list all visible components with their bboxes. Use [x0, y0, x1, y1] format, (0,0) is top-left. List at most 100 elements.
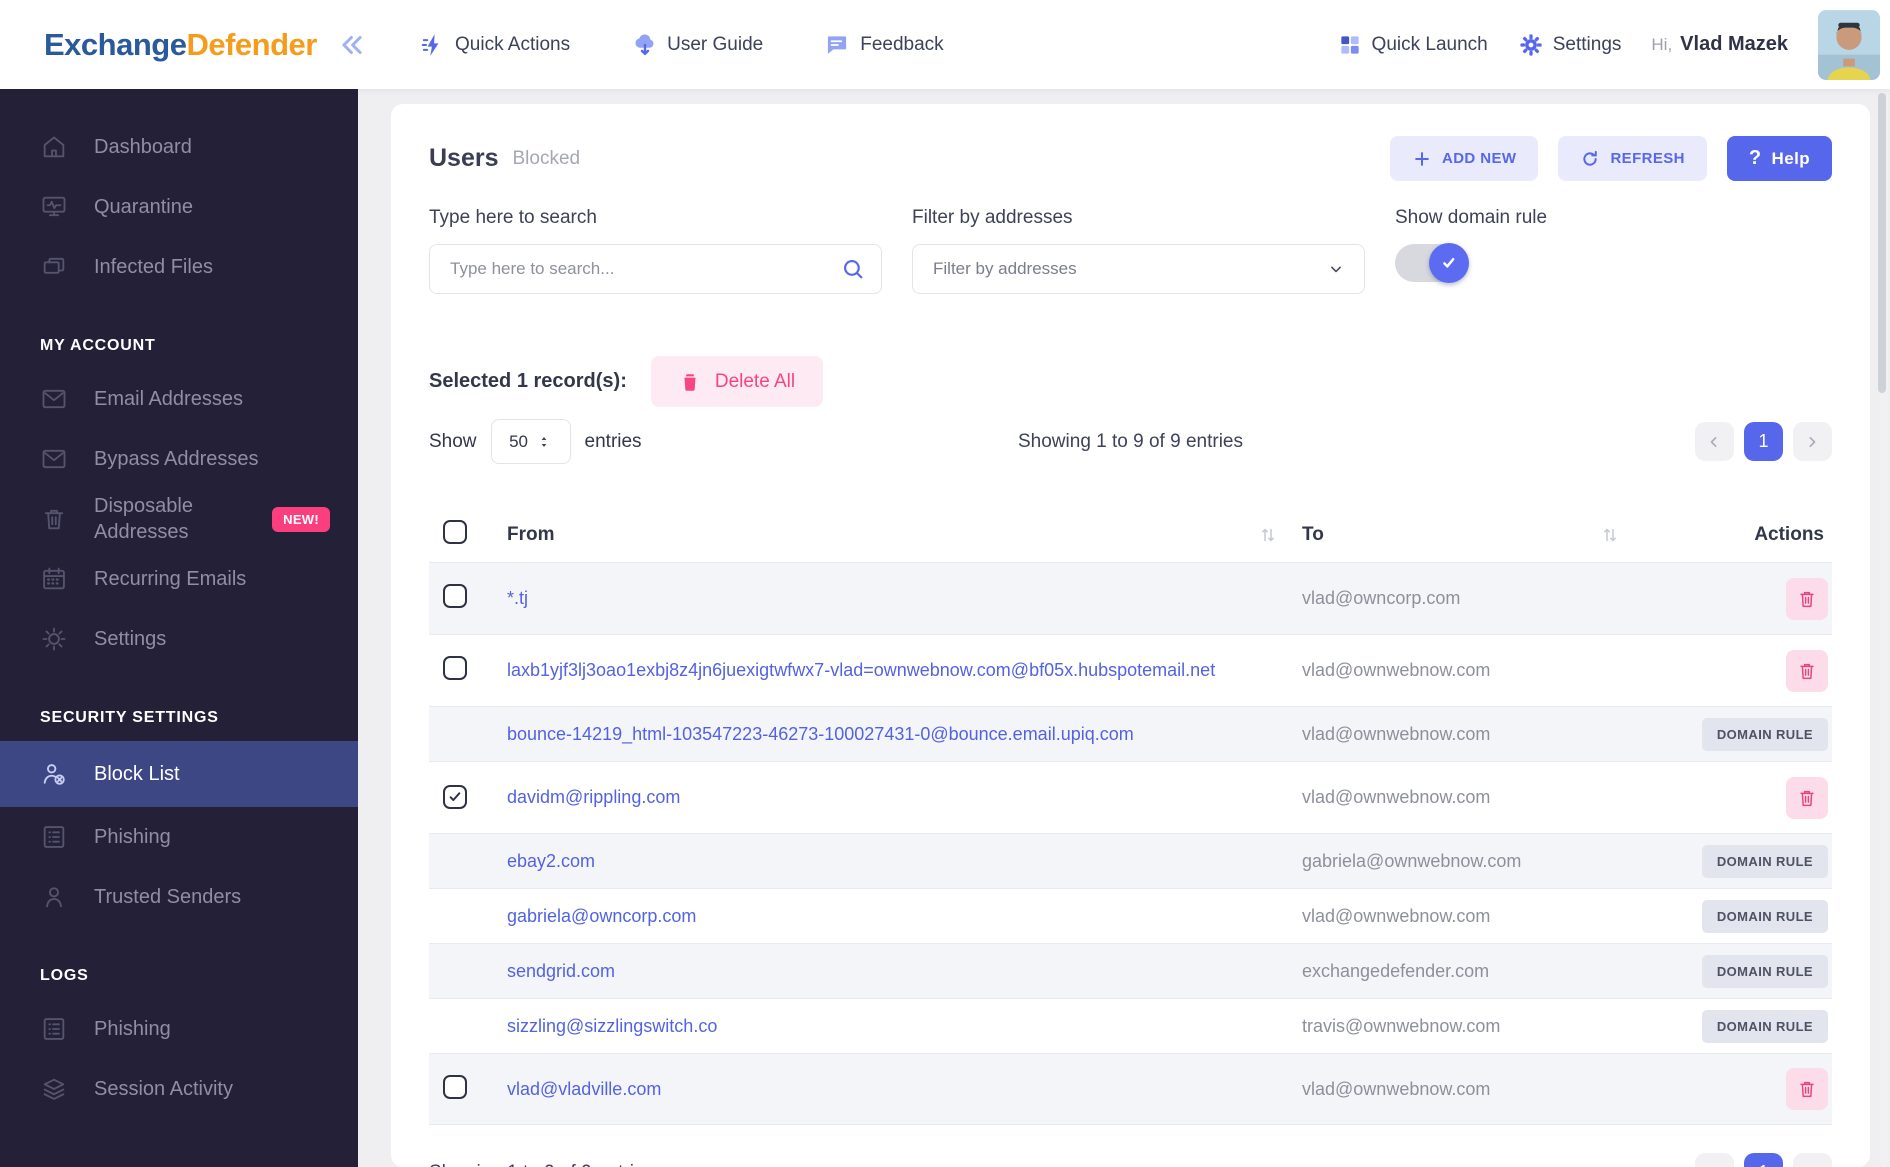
sidebar-item-label: Session Activity	[94, 1078, 233, 1100]
user-greeting: Hi, Vlad Mazek	[1651, 33, 1788, 55]
show-domain-rule-toggle[interactable]	[1395, 243, 1469, 283]
sidebar-item-trusted-senders[interactable]: Trusted Senders	[0, 867, 358, 927]
person-icon	[40, 883, 68, 911]
to-value: vlad@ownwebnow.com	[1302, 905, 1491, 926]
checklist-icon	[40, 1015, 68, 1043]
from-link[interactable]: *.tj	[507, 588, 548, 608]
users-blocked-card: Users Blocked ADD NEW REFRESH ? Help Typ…	[391, 104, 1870, 1167]
delete-row-button[interactable]	[1786, 577, 1828, 620]
row-checkbox[interactable]	[443, 785, 467, 809]
table-row: ebay2.com gabriela@ownwebnow.com DOMAIN RU…	[429, 833, 1832, 888]
delete-row-button[interactable]	[1786, 776, 1828, 819]
sort-to-icon[interactable]	[1598, 523, 1622, 547]
table-row: laxb1yjf3lj3oao1exbj8z4jn6juexigtwfwx7-v…	[429, 634, 1832, 706]
monitor-icon	[40, 193, 68, 221]
person-x-icon	[40, 760, 68, 788]
sidebar-item-infected-files[interactable]: Infected Files	[0, 237, 358, 297]
sidebar-section-logs: LOGS	[40, 967, 89, 984]
column-to: To	[1302, 524, 1324, 545]
delete-all-button[interactable]: Delete All	[650, 356, 824, 407]
page-1-button-bottom[interactable]: 1	[1744, 1153, 1783, 1167]
scrollbar[interactable]	[1878, 89, 1888, 1167]
main-content: Users Blocked ADD NEW REFRESH ? Help Typ…	[358, 89, 1890, 1167]
from-link[interactable]: vlad@vladville.com	[507, 1079, 681, 1099]
page-1-button[interactable]: 1	[1743, 422, 1783, 461]
domain-rule-badge: DOMAIN RULE	[1701, 844, 1828, 878]
settings-button[interactable]: Settings	[1518, 32, 1621, 58]
search-input[interactable]	[429, 244, 882, 294]
sidebar-item-label: Infected Files	[94, 256, 213, 278]
to-value: vlad@ownwebnow.com	[1302, 787, 1491, 807]
checklist-icon	[40, 823, 68, 851]
search-icon	[844, 260, 863, 279]
filter-select[interactable]: Filter by addresses	[912, 244, 1365, 294]
to-value: vlad@owncorp.com	[1302, 588, 1461, 608]
sort-from-icon[interactable]	[1256, 523, 1280, 547]
sidebar-item-email-addresses[interactable]: Email Addresses	[0, 369, 358, 429]
user-guide-button[interactable]: User Guide	[632, 32, 763, 58]
entries-per-page-select[interactable]: 50	[490, 419, 571, 464]
top-header: ExchangeDefender Quick Actions User Guid…	[0, 0, 1890, 89]
brand-name: ExchangeDefender	[44, 26, 317, 62]
next-page-button[interactable]	[1792, 422, 1832, 461]
sidebar-section-security-settings: SECURITY SETTINGS	[40, 709, 219, 726]
select-all-checkbox[interactable]	[443, 520, 467, 544]
showing-entries-text: Showing 1 to 9 of 9 entries	[1018, 430, 1243, 452]
sidebar-item-quarantine[interactable]: Quarantine	[0, 177, 358, 237]
sidebar-collapse-button[interactable]	[337, 30, 367, 60]
domain-rule-badge: DOMAIN RULE	[1701, 954, 1828, 988]
gear-icon	[1520, 33, 1542, 56]
avatar-photo	[1818, 9, 1880, 80]
sidebar-item-block-list[interactable]: Block List	[0, 741, 358, 807]
delete-row-button[interactable]	[1786, 649, 1828, 692]
delete-row-button[interactable]	[1786, 1068, 1828, 1110]
avatar[interactable]	[1818, 9, 1880, 80]
from-link[interactable]: laxb1yjf3lj3oao1exbj8z4jn6juexigtwfwx7-v…	[507, 660, 1235, 680]
row-checkbox[interactable]	[443, 584, 467, 608]
quick-launch-button[interactable]: Quick Launch	[1337, 32, 1488, 58]
sidebar-item-dashboard[interactable]: Dashboard	[0, 117, 358, 177]
to-value: vlad@ownwebnow.com	[1302, 1078, 1491, 1099]
user-name: Vlad Mazek	[1680, 33, 1788, 55]
to-value: gabriela@ownwebnow.com	[1302, 850, 1522, 871]
sidebar-item-label: Email Addresses	[94, 388, 243, 410]
refresh-icon	[1583, 150, 1598, 166]
sidebar-item-bypass-addresses[interactable]: Bypass Addresses	[0, 429, 358, 489]
table-row: gabriela@owncorp.com vlad@ownwebnow.com DO…	[429, 888, 1832, 943]
top-right: Quick Launch Settings Hi, Vlad Mazek	[1337, 9, 1890, 80]
check-icon	[449, 792, 461, 801]
sidebar-item-label: Disposable Addresses	[94, 495, 193, 543]
help-button[interactable]: ? Help	[1726, 136, 1832, 181]
pagination-top: 1	[1694, 422, 1832, 461]
sidebar-item-recurring-emails[interactable]: Recurring Emails	[0, 549, 358, 609]
chevron-right-icon	[1803, 1163, 1823, 1167]
from-link[interactable]: sendgrid.com	[507, 961, 635, 981]
table-body: *.tj vlad@owncorp.com laxb1yjf3lj3oao1exbj…	[429, 562, 1832, 1125]
sidebar-item-settings[interactable]: Settings	[0, 609, 358, 669]
sidebar-item-phishing[interactable]: Phishing	[0, 807, 358, 867]
copies-icon	[40, 253, 68, 281]
from-link[interactable]: gabriela@owncorp.com	[507, 906, 716, 926]
add-new-button[interactable]: ADD NEW	[1389, 136, 1539, 181]
quick-actions-button[interactable]: Quick Actions	[420, 32, 570, 58]
home-icon	[40, 133, 68, 161]
from-link[interactable]: bounce-14219_html-103547223-46273-100027…	[507, 724, 1154, 744]
row-checkbox[interactable]	[443, 656, 467, 680]
sidebar-nav: Dashboard Quarantine Infected Files MY ACCO…	[0, 117, 358, 1119]
from-link[interactable]: davidm@rippling.com	[507, 787, 700, 807]
next-page-button-bottom[interactable]	[1793, 1153, 1832, 1167]
from-link[interactable]: sizzling@sizzlingswitch.co	[507, 1016, 737, 1036]
sidebar-item-phishing[interactable]: Phishing	[0, 999, 358, 1059]
prev-page-button-bottom[interactable]	[1695, 1153, 1734, 1167]
feedback-button[interactable]: Feedback	[825, 32, 944, 58]
sidebar-item-disposable-addresses[interactable]: Disposable Addresses NEW!	[0, 489, 358, 549]
refresh-button[interactable]: REFRESH	[1558, 136, 1707, 181]
from-link[interactable]: ebay2.com	[507, 851, 615, 871]
grid-icon	[1340, 35, 1359, 54]
prev-page-button[interactable]	[1694, 422, 1734, 461]
entries-label: entries	[584, 430, 642, 452]
row-checkbox[interactable]	[443, 1074, 467, 1099]
sidebar-item-session-activity[interactable]: Session Activity	[0, 1059, 358, 1119]
showing-entries-text-bottom: Showing 1 to 9 of 9 entries	[429, 1162, 654, 1167]
search-label: Type here to search	[429, 207, 597, 228]
